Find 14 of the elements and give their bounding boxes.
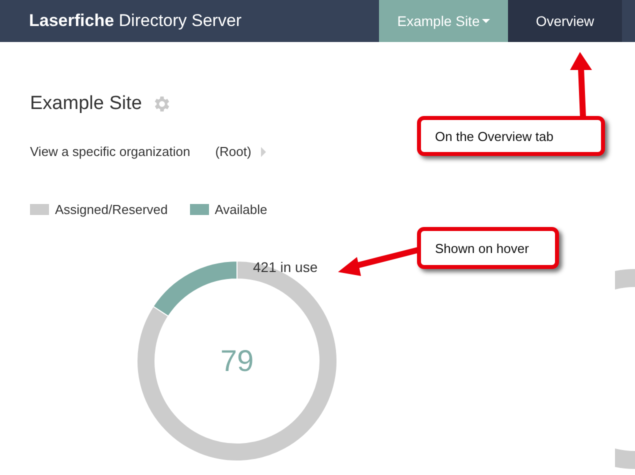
- app-title: Laserfiche Directory Server: [29, 11, 242, 31]
- caret-icon: [482, 19, 490, 23]
- arrow: [570, 52, 592, 118]
- legend-label: Assigned/Reserved: [55, 202, 168, 217]
- organization-selector[interactable]: (Root): [215, 144, 252, 159]
- available-count: 79: [219, 345, 255, 379]
- expand-icon[interactable]: [261, 146, 266, 156]
- hover-label: 421 in use: [253, 259, 318, 275]
- organization-label: View a specific organization: [30, 144, 190, 159]
- site-title: Example Site: [30, 93, 142, 115]
- legend-label: Available: [214, 202, 268, 217]
- nav-tab[interactable]: Overview: [508, 0, 622, 42]
- callout: Shown on hover: [417, 227, 559, 269]
- callout: On the Overview tab: [417, 116, 605, 156]
